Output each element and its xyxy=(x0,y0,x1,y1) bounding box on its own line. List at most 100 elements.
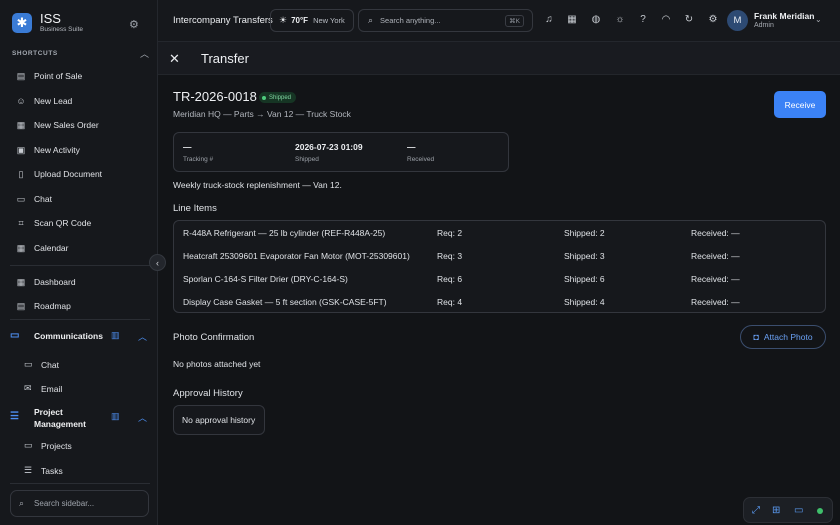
shortcuts-header: SHORTCUTS xyxy=(12,50,58,57)
table-row: R-448A Refrigerant — 25 lb cylinder (REF… xyxy=(174,221,825,244)
shortcut-point-of-sale[interactable]: ▤ Point of Sale xyxy=(16,71,83,82)
bell-icon[interactable]: ♫ xyxy=(543,14,555,25)
weather-city: New York xyxy=(313,16,345,25)
shortcut-calendar[interactable]: ▦ Calendar xyxy=(16,243,69,254)
chevron-down-icon[interactable]: ⌄ xyxy=(815,15,822,24)
chevron-up-icon[interactable]: ︿ xyxy=(140,47,149,60)
calendar-icon[interactable]: ▦ xyxy=(566,14,578,25)
receipt-icon: ▦ xyxy=(16,119,26,130)
chat-icon[interactable]: ▭ xyxy=(794,505,803,516)
sidebar-item-dashboard[interactable]: ▦ Dashboard xyxy=(16,277,76,288)
item-name: Display Case Gasket — 5 ft section (GSK-… xyxy=(183,297,387,307)
sidebar: ✱ ISS Business Suite ⚙ SHORTCUTS ︿ ▤ Poin… xyxy=(0,0,158,525)
attach-photo-label: Attach Photo xyxy=(763,332,813,342)
sidebar-divider xyxy=(10,319,150,320)
shortcut-upload-document[interactable]: ▯ Upload Document xyxy=(16,168,103,180)
search-input[interactable] xyxy=(380,16,501,25)
shortcut-label: Chat xyxy=(34,194,52,204)
settings-icon[interactable]: ⚙ xyxy=(707,14,719,25)
shortcut-new-lead[interactable]: ☺ New Lead xyxy=(16,96,72,106)
item-req: Req: 3 xyxy=(437,251,463,261)
brightness-icon[interactable]: ☼ xyxy=(614,14,626,25)
headset-icon[interactable]: ◠ xyxy=(660,14,672,25)
sidebar-item-label: Roadmap xyxy=(34,301,71,311)
sidebar-divider xyxy=(10,265,150,266)
item-shipped: Shipped: 2 xyxy=(564,228,605,238)
shortcut-label: Scan QR Code xyxy=(34,218,92,228)
book-icon[interactable]: ▥ xyxy=(111,330,120,341)
help-icon[interactable]: ? xyxy=(637,14,649,25)
item-req: Req: 6 xyxy=(437,274,463,284)
tab-title[interactable]: Intercompany Transfers xyxy=(173,15,273,26)
sidebar-item-chat[interactable]: ▭ Chat xyxy=(24,359,59,370)
item-received: Received: — xyxy=(691,297,740,307)
info-value: 2026-07-23 01:09 xyxy=(295,142,363,152)
brand-subtitle: Business Suite xyxy=(40,26,83,33)
shortcut-label: New Sales Order xyxy=(34,120,99,130)
shortcut-label: Point of Sale xyxy=(34,71,83,81)
shortcut-chat[interactable]: ▭ Chat xyxy=(16,194,52,205)
page-header: ✕ Transfer xyxy=(158,42,840,75)
sidebar-group-communications[interactable]: ▭ Communications xyxy=(10,330,103,341)
shortcut-label: Calendar xyxy=(34,243,69,253)
line-items-title: Line Items xyxy=(173,203,217,214)
avatar[interactable]: M xyxy=(727,10,748,31)
add-comment-icon[interactable]: ⊞ xyxy=(772,505,780,516)
item-shipped: Shipped: 3 xyxy=(564,251,605,261)
folder-icon: ▭ xyxy=(24,440,33,450)
sidebar-item-label: Projects xyxy=(41,440,72,451)
sidebar-group-project-management[interactable]: ☰ Project Management xyxy=(10,406,86,430)
sidebar-item-tasks[interactable]: ☰ Tasks xyxy=(24,465,63,476)
chevron-up-icon[interactable]: ︿ xyxy=(138,411,147,424)
transfer-id: TR-2026-0018 xyxy=(173,89,257,104)
table-row: Sporlan C-164-S Filter Drier (DRY-C-164-… xyxy=(174,267,825,290)
qr-code-icon: ⌗ xyxy=(18,217,24,228)
shortcut-label: Upload Document xyxy=(34,169,103,179)
close-icon[interactable]: ✕ xyxy=(169,51,180,67)
camera-icon: ◘ xyxy=(753,332,759,342)
collapse-sidebar-button[interactable]: ‹ xyxy=(149,254,166,271)
shortcut-new-activity[interactable]: ▣ New Activity xyxy=(16,145,80,156)
info-label: Shipped xyxy=(295,156,319,163)
sidebar-search[interactable]: ⌕ xyxy=(10,490,149,517)
refresh-icon[interactable]: ↻ xyxy=(683,14,695,25)
group-label-line2: Management xyxy=(34,419,86,429)
file-upload-icon: ▯ xyxy=(18,168,24,179)
user-name[interactable]: Frank Meridian xyxy=(754,11,814,21)
receive-button[interactable]: Receive xyxy=(774,91,826,118)
item-name: R-448A Refrigerant — 25 lb cylinder (REF… xyxy=(183,228,386,238)
transfer-info-card: — Tracking # 2026-07-23 01:09 Shipped — … xyxy=(173,132,509,172)
chevron-up-icon[interactable]: ︿ xyxy=(138,330,147,343)
item-shipped: Shipped: 4 xyxy=(564,297,605,307)
weather-widget[interactable]: ☀ 70°F New York xyxy=(270,9,354,32)
mail-icon: ✉ xyxy=(24,383,32,393)
sidebar-item-projects[interactable]: ▭ Projects xyxy=(24,440,72,451)
sidebar-settings-icon[interactable]: ⚙ xyxy=(129,18,139,31)
info-label: Received xyxy=(407,156,435,163)
info-tracking: — Tracking # xyxy=(183,142,213,163)
topbar: Intercompany Transfers ☀ 70°F New York ⌕… xyxy=(158,0,840,42)
brand[interactable]: ✱ ISS Business Suite xyxy=(12,12,83,33)
item-shipped: Shipped: 6 xyxy=(564,274,605,284)
attach-photo-button[interactable]: ◘ Attach Photo xyxy=(740,325,826,349)
line-items-table: R-448A Refrigerant — 25 lb cylinder (REF… xyxy=(173,220,826,313)
expand-icon[interactable]: ⤢ xyxy=(752,505,760,516)
sidebar-item-email[interactable]: ✉ Email xyxy=(24,383,62,394)
book-icon[interactable]: ▥ xyxy=(111,411,120,422)
info-label: Tracking # xyxy=(183,156,214,163)
search-shortcut: ⌘K xyxy=(505,15,524,27)
sidebar-item-label: Dashboard xyxy=(34,277,76,287)
no-photos-text: No photos attached yet xyxy=(173,359,261,369)
sidebar-item-roadmap[interactable]: ▤ Roadmap xyxy=(16,301,71,312)
sidebar-divider xyxy=(10,483,150,484)
table-row: Heatcraft 25309601 Evaporator Fan Motor … xyxy=(174,244,825,267)
shortcut-new-sales-order[interactable]: ▦ New Sales Order xyxy=(16,119,99,131)
no-approval-text: No approval history xyxy=(182,415,256,425)
approval-history-title: Approval History xyxy=(173,388,243,399)
shortcut-scan-qr-code[interactable]: ⌗ Scan QR Code xyxy=(16,217,92,229)
sun-icon: ☀ xyxy=(279,15,288,25)
palette-icon[interactable]: ◍ xyxy=(590,14,602,25)
sidebar-search-input[interactable] xyxy=(34,499,135,508)
global-search[interactable]: ⌕ ⌘K xyxy=(358,9,533,32)
floating-toolbar: ⤢ ⊞ ▭ xyxy=(743,497,833,523)
